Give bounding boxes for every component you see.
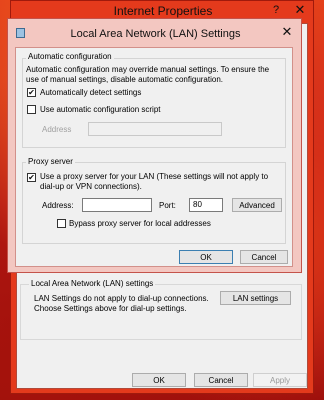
lan-group-title: Local Area Network (LAN) settings	[29, 279, 156, 289]
close-icon[interactable]: ✕	[287, 1, 313, 19]
auto-detect-label: Automatically detect settings	[40, 88, 142, 97]
use-script-label: Use automatic configuration script	[40, 105, 161, 114]
proxy-port-label: Port:	[159, 201, 176, 210]
use-script-checkbox[interactable]	[27, 105, 36, 114]
use-proxy-label: Use a proxy server for your LAN (These s…	[40, 172, 269, 191]
proxy-address-label: Address:	[42, 201, 74, 210]
lan-settings-note: LAN Settings do not apply to dial-up con…	[34, 294, 209, 313]
dialog-title: Local Area Network (LAN) Settings	[70, 28, 241, 40]
auto-detect-checkbox[interactable]: ✔	[27, 88, 36, 97]
advanced-button[interactable]: Advanced	[232, 198, 282, 212]
bypass-local-label: Bypass proxy server for local addresses	[69, 219, 211, 228]
auto-config-group-title: Automatic configuration	[26, 52, 114, 62]
dialog-ok-button[interactable]: OK	[179, 250, 233, 264]
use-proxy-checkbox[interactable]: ✔	[27, 173, 36, 182]
outer-apply-button[interactable]: Apply	[253, 373, 307, 387]
bypass-local-checkbox[interactable]	[57, 219, 66, 228]
proxy-port-input[interactable]: 80	[189, 198, 223, 212]
lan-settings-button[interactable]: LAN settings	[220, 291, 291, 305]
lan-settings-dialog: Local Area Network (LAN) Settings ✕ Auto…	[7, 18, 302, 273]
help-icon[interactable]: ?	[265, 1, 287, 19]
proxy-address-input[interactable]	[82, 198, 152, 212]
auto-config-description: Automatic configuration may override man…	[26, 65, 270, 84]
dialog-body: Automatic configuration Automatic config…	[15, 47, 293, 267]
script-address-input[interactable]	[88, 122, 222, 136]
dialog-close-icon[interactable]: ✕	[276, 23, 298, 41]
proxy-group-title: Proxy server	[26, 157, 75, 167]
dialog-cancel-button[interactable]: Cancel	[240, 250, 288, 264]
outer-ok-button[interactable]: OK	[132, 373, 186, 387]
outer-cancel-button[interactable]: Cancel	[194, 373, 248, 387]
script-address-label: Address	[42, 125, 72, 134]
